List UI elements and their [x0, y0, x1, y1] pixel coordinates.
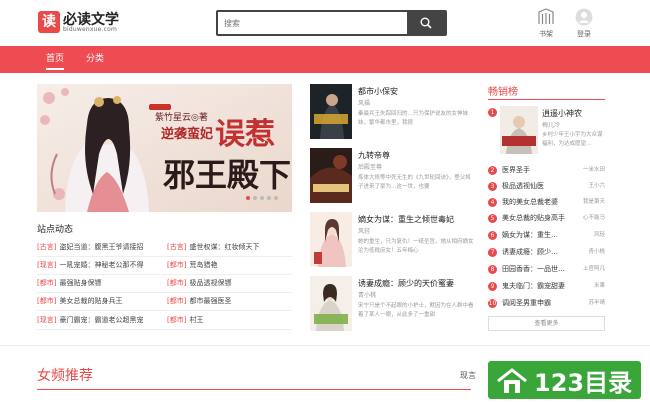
book-cover [310, 84, 352, 139]
header: 读 必读文学 biduwenxue.com 书架 [0, 0, 650, 46]
book-card[interactable]: 九转帝尊 后殿至尊 炼体大修等中死无生的《九世轮回诀》，登父将子进来了豪为…这一… [310, 148, 475, 204]
bestseller-underline [488, 99, 605, 100]
nav-home[interactable]: 首页 [46, 46, 65, 73]
rank-badge: 1 [488, 108, 497, 117]
banner-pager[interactable] [243, 185, 278, 204]
banner-dot[interactable] [260, 196, 264, 200]
book-cover [310, 148, 352, 203]
book-cover [310, 212, 352, 267]
news-item[interactable]: [都市] 最强贴身保镖 [37, 275, 101, 291]
page: 读 必读文学 biduwenxue.com 书架 [0, 0, 650, 402]
book-cover [310, 276, 352, 331]
news-section-title: 站点动态 [37, 225, 74, 235]
top-book-title: 逍遥小神农 [542, 109, 582, 118]
view-more-button[interactable]: 查看更多 [488, 316, 605, 331]
book-title: 诱妻成瘾：顾少的天价蜜妻 [358, 279, 454, 288]
watermark-text: 123目录 [534, 369, 633, 397]
book-author: 后殿至尊 [358, 164, 383, 171]
search-icon [420, 17, 432, 29]
news-item[interactable]: [都市] 美女总裁的贴身兵王 [37, 293, 122, 309]
main-nav: 首页 分类 [0, 46, 650, 73]
bestseller-item[interactable]: 2 医界圣手 一米水田 [488, 163, 605, 178]
news-item[interactable]: [都市] 村王 [167, 312, 203, 328]
book-author: 青小桃 [358, 292, 377, 299]
book-description: 炼体大修等中死无生的《九世轮回诀》，登父将子进来了豪为…这一世，也要 [358, 175, 471, 190]
logo-subtitle: biduwenxue.com [63, 26, 118, 33]
banner-dot[interactable] [246, 196, 250, 200]
book-title: 九转帝尊 [358, 151, 390, 160]
bestseller-item[interactable]: 3 极品透视仙医 王小六 [488, 179, 605, 194]
book-author: 风轻 [358, 228, 371, 235]
svg-text:逆袭蛮妃: 逆袭蛮妃 [161, 126, 213, 142]
top-book-author: 梅儿冷 [542, 122, 561, 129]
search-button[interactable] [407, 12, 445, 34]
banner-dot[interactable] [253, 196, 257, 200]
book-title: 都市小保安 [358, 87, 398, 96]
tab-modern-romance[interactable]: 现言 [460, 370, 476, 381]
book-cover [500, 106, 538, 154]
search-input[interactable] [218, 12, 408, 34]
book-description: 宋宁只是个不起眼的小护士，默因为在人群中看着了某人一眼，从此多了一重甜 [358, 303, 474, 318]
female-recommend-underline [37, 389, 471, 390]
bookshelf-label: 书架 [539, 30, 553, 38]
news-item[interactable]: [都市] 都市最强医圣 [167, 293, 231, 309]
news-divider [37, 310, 292, 311]
bestseller-item[interactable]: 4 我的美女总裁老婆 我是萧天 [488, 195, 605, 210]
bestseller-item[interactable]: 10 调阅圣男重申霸 苏半晴 [488, 296, 605, 311]
bestseller-title: 畅销榜 [488, 87, 518, 98]
user-icon [575, 8, 593, 26]
book-card[interactable]: 都市小保安 风描 秦晨兵王失踪回归的…只为保护说友的女神妹妹，繁华都市里，我很 [310, 84, 475, 140]
bookshelf-icon [538, 8, 554, 24]
book-card[interactable]: 诱妻成瘾：顾少的天价蜜妻 青小桃 宋宁只是个不起眼的小护士，默因为在人群中看着了… [310, 276, 475, 332]
bookshelf-button[interactable]: 书架 [531, 8, 561, 40]
news-item[interactable]: [现言] 一吼宠婚：神秘老公那不得 [37, 257, 143, 273]
site-logo[interactable]: 读 必读文学 biduwenxue.com [38, 11, 128, 35]
news-item[interactable]: [都市] 极品透视保镖 [167, 275, 231, 291]
news-item[interactable]: [都市] 荒岛猎艳 [167, 257, 217, 273]
news-item[interactable]: [现言] 豪门霸宠：霸道老公超黑宠 [37, 312, 143, 328]
news-divider [37, 329, 292, 330]
search-box [216, 10, 447, 36]
female-recommend-title: 女频推荐 [37, 368, 93, 384]
watermark-logo: 123目录 [488, 361, 641, 399]
banner-dot[interactable] [274, 196, 278, 200]
news-item[interactable]: [古言] 盛世权谋：红妆倾天下 [167, 239, 259, 255]
book-card[interactable]: 嫡女为谋：重生之倾世毒妃 风轻 她的重生，只为复仇！一纸圣旨，她从相府嫡女沦为低… [310, 212, 475, 268]
bestseller-item[interactable]: 9 鬼夫临门：霸宠甜妻 米果 [488, 279, 605, 294]
section-divider [0, 345, 650, 346]
nav-category[interactable]: 分类 [86, 46, 104, 73]
bestseller-item[interactable]: 6 嫡女为谋：重生… 风轻 [488, 228, 605, 243]
book-author: 风描 [358, 100, 371, 107]
logo-mark: 读 [38, 11, 60, 33]
banner-carousel[interactable]: 紫竹星云◎著 逆袭蛮妃 误惹 邪王殿下 [37, 84, 292, 212]
book-title: 嫡女为谋：重生之倾世毒妃 [358, 215, 454, 224]
svg-text:误惹: 误惹 [215, 117, 275, 152]
bestseller-item[interactable]: 5 美女总裁的贴身高手 心不能马 [488, 211, 605, 226]
banner-dot[interactable] [267, 196, 271, 200]
top-book-description: 乡村少年王小宇为大众谋福利，为达成愿望… [542, 132, 603, 147]
bestseller-item[interactable]: 8 田园香香：一品世… 上官阿凡 [488, 262, 605, 277]
login-label: 登录 [577, 30, 591, 38]
login-button[interactable]: 登录 [569, 8, 599, 40]
news-item[interactable]: [古言] 盗妃当道：腹黑王爷请接招 [37, 239, 143, 255]
banner-author-text: 紫竹星云◎著 [155, 111, 208, 123]
book-description: 秦晨兵王失踪回归的…只为保护说友的女神妹妹，繁华都市里，我很 [358, 111, 469, 126]
bestseller-top-item[interactable]: 1 逍遥小神农 梅儿冷 乡村少年王小宇为大众谋福利，为达成愿望… [488, 104, 605, 156]
bestseller-item[interactable]: 7 诱妻成瘾：顾少… 青小桃 [488, 245, 605, 260]
house-icon [497, 368, 527, 393]
book-description: 她的重生，只为复仇！一纸圣旨，她从相府嫡女沦为低贱庶女！五年梅心 [358, 239, 474, 254]
